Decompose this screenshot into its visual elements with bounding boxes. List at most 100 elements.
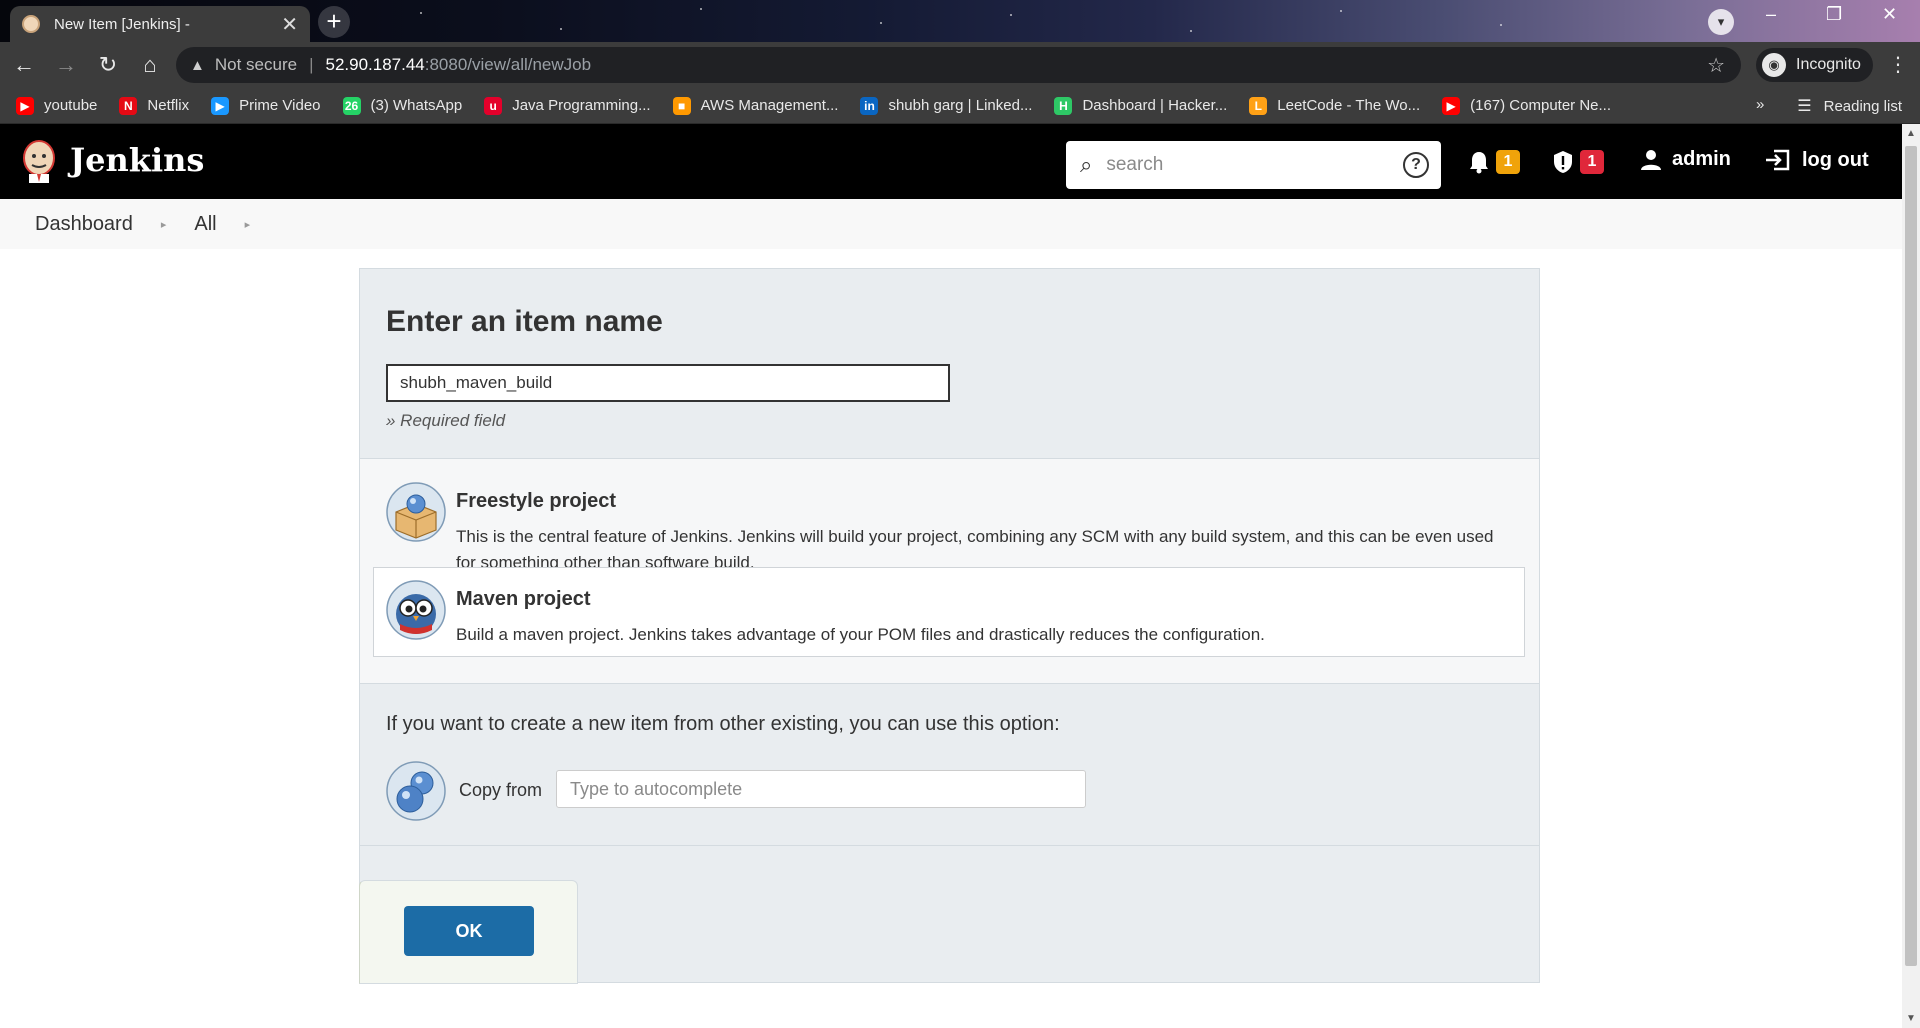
address-path: :8080/view/all/newJob (424, 55, 592, 74)
background-star (1500, 24, 1502, 26)
search-icon: ⌕ (1080, 152, 1093, 177)
jenkins-logo-icon[interactable] (20, 138, 58, 184)
bookmark-label: LeetCode - The Wo... (1277, 97, 1421, 114)
search-help-icon[interactable]: ? (1403, 152, 1429, 178)
notifications-button[interactable]: 1 (1468, 150, 1520, 174)
incognito-label: Incognito (1796, 56, 1861, 73)
item-type-freestyle[interactable]: Freestyle project This is the central fe… (373, 469, 1525, 572)
address-separator: | (309, 55, 314, 74)
hackerrank-icon: H (1054, 96, 1073, 115)
browser-tab-active[interactable]: New Item [Jenkins] - ✕ (10, 6, 310, 42)
copy-from-input[interactable] (556, 770, 1086, 808)
bookmark-item[interactable]: u Java Programming... (484, 96, 651, 115)
bookmark-item[interactable]: 26 (3) WhatsApp (342, 96, 463, 115)
bookmark-item[interactable]: in shubh garg | Linked... (860, 96, 1033, 115)
shield-alert-icon (1554, 151, 1572, 173)
youtube-icon: ▶ (1442, 96, 1461, 115)
logout-label: log out (1802, 148, 1869, 171)
breadcrumb-dashboard[interactable]: Dashboard (35, 213, 133, 236)
user-icon (1641, 149, 1661, 170)
reading-list-button[interactable]: ☰ Reading list (1797, 96, 1902, 116)
bell-icon (1470, 152, 1488, 174)
incognito-profile-button[interactable]: ◉ Incognito (1756, 48, 1873, 82)
back-arrow-icon[interactable]: ← (6, 47, 42, 83)
background-star (560, 28, 562, 30)
logout-link[interactable]: log out (1764, 148, 1869, 172)
browser-menu-icon[interactable]: ⋮ (1888, 52, 1908, 77)
breadcrumb-all[interactable]: All (194, 213, 216, 236)
forward-arrow-icon[interactable]: → (48, 47, 84, 83)
breadcrumb-chevron-icon[interactable]: ▸ (161, 218, 167, 231)
bookmark-item[interactable]: H Dashboard | Hacker... (1054, 96, 1228, 115)
bookmark-item[interactable]: N Netflix (119, 96, 189, 115)
scrollbar-thumb[interactable] (1905, 146, 1917, 966)
bookmarks-overflow-button[interactable]: » (1756, 96, 1764, 113)
bookmarks-bar: ▶ youtube N Netflix ▶ Prime Video 26 (3) WhatsA… (0, 88, 1920, 124)
bookmark-item[interactable]: ▶ (167) Computer Ne... (1442, 96, 1612, 115)
breadcrumb-chevron-icon[interactable]: ▸ (245, 218, 251, 231)
bookmark-label: shubh garg | Linked... (888, 97, 1033, 114)
background-star (1190, 30, 1192, 32)
bookmark-item[interactable]: ▶ youtube (16, 96, 98, 115)
bookmark-item[interactable]: ■ AWS Management... (672, 96, 838, 115)
bookmark-label: Java Programming... (512, 97, 651, 114)
bookmark-label: Dashboard | Hacker... (1082, 97, 1228, 114)
incognito-icon: ◉ (1762, 53, 1786, 77)
notifications-badge: 1 (1496, 150, 1520, 174)
item-type-title: Freestyle project (456, 490, 617, 512)
bookmark-label: Prime Video (239, 97, 321, 114)
bookmark-item[interactable]: L LeetCode - The Wo... (1249, 96, 1421, 115)
new-tab-button[interactable]: + (318, 6, 350, 38)
ok-button[interactable]: OK (404, 906, 534, 956)
restore-icon[interactable]: ❐ (1826, 4, 1842, 25)
tab-title: New Item [Jenkins] - (54, 15, 190, 33)
jenkins-favicon-icon (22, 15, 40, 33)
home-icon[interactable]: ⌂ (132, 47, 168, 83)
item-type-description: Build a maven project. Jenkins takes adv… (456, 625, 1265, 644)
item-name-input[interactable] (386, 364, 950, 402)
search-input[interactable] (1106, 154, 1387, 176)
browser-tabstrip: New Item [Jenkins] - ✕ + ▾ – ❐ ✕ (0, 0, 1920, 42)
scroll-up-icon[interactable]: ▲ (1906, 128, 1916, 139)
minimize-icon[interactable]: – (1766, 4, 1776, 25)
jenkins-brand[interactable]: Jenkins (70, 141, 204, 179)
background-star (1010, 14, 1012, 16)
copy-from-section: If you want to create a new item from ot… (360, 684, 1539, 846)
reading-list-label: Reading list (1823, 97, 1902, 115)
background-star (700, 8, 702, 10)
udemy-icon: u (484, 96, 503, 115)
whatsapp-icon: 26 (342, 96, 361, 115)
item-name-section: Enter an item name » Required field (360, 269, 1539, 459)
close-window-icon[interactable]: ✕ (1882, 4, 1897, 25)
jenkins-header: Jenkins ⌕ ? 1 1 admin log out (0, 124, 1902, 199)
bookmark-label: youtube (44, 97, 98, 114)
copy-item-icon (386, 761, 446, 821)
item-type-maven[interactable]: Maven project Build a maven project. Jen… (373, 567, 1525, 657)
warning-icon: ▲ (190, 56, 205, 74)
bookmark-label: (3) WhatsApp (370, 97, 463, 114)
freestyle-project-icon (386, 482, 446, 542)
security-alerts-button[interactable]: 1 (1552, 150, 1604, 174)
reading-list-icon: ☰ (1797, 98, 1812, 115)
bookmark-label: (167) Computer Ne... (1470, 97, 1612, 114)
tab-search-icon[interactable]: ▾ (1708, 9, 1734, 35)
breadcrumb: Dashboard ▸ All ▸ (0, 199, 1902, 249)
reload-icon[interactable]: ↻ (90, 47, 126, 83)
scroll-down-icon[interactable]: ▼ (1906, 1013, 1916, 1024)
maven-project-icon (386, 580, 446, 640)
background-star (420, 12, 422, 14)
prime-video-icon: ▶ (211, 96, 230, 115)
page-scrollbar[interactable]: ▲ ▼ (1902, 124, 1920, 1028)
submit-section: OK (359, 880, 578, 984)
user-menu[interactable]: admin (1640, 148, 1731, 171)
address-host: 52.90.187.44 (325, 55, 425, 74)
page-title: Enter an item name (386, 305, 663, 338)
copy-from-label: Copy from (459, 780, 543, 800)
background-star (1340, 10, 1342, 12)
netflix-icon: N (119, 96, 138, 115)
bookmark-star-icon[interactable]: ☆ (1707, 53, 1725, 78)
bookmark-item[interactable]: ▶ Prime Video (211, 96, 321, 115)
security-badge: 1 (1580, 150, 1604, 174)
address-bar[interactable]: ▲ Not secure | 52.90.187.44 :8080/view/a… (176, 47, 1741, 83)
close-tab-icon[interactable]: ✕ (281, 12, 298, 37)
